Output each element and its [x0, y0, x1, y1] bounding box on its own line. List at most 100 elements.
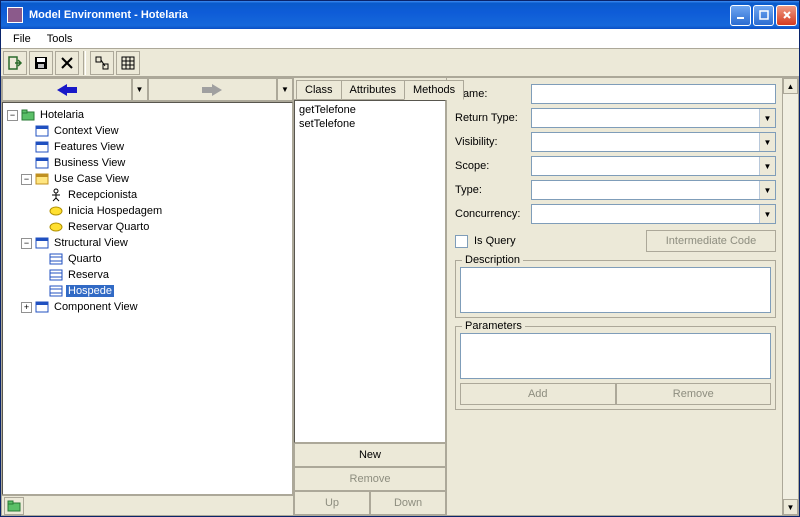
down-button[interactable]: Down — [370, 491, 446, 515]
class-icon — [49, 253, 63, 265]
package-icon — [21, 109, 35, 121]
nav-back-button[interactable] — [2, 78, 132, 101]
remove-button[interactable]: Remove — [294, 467, 446, 491]
parameters-list[interactable] — [460, 333, 771, 379]
returntype-select[interactable]: ▼ — [531, 108, 776, 128]
up-button[interactable]: Up — [294, 491, 370, 515]
scope-select[interactable]: ▼ — [531, 156, 776, 176]
tree-structural[interactable]: Structural View — [52, 237, 130, 249]
tree-recepcionista[interactable]: Recepcionista — [66, 189, 139, 201]
menu-tools[interactable]: Tools — [39, 31, 81, 47]
label-returntype: Return Type: — [455, 112, 531, 124]
chevron-down-icon: ▼ — [759, 109, 775, 127]
minimize-button[interactable] — [730, 5, 751, 26]
left-panel: ▼ ▼ − Hotelaria Context View Features Vie… — [2, 78, 294, 515]
tree-features[interactable]: Features View — [52, 141, 126, 153]
concurrency-select[interactable]: ▼ — [531, 204, 776, 224]
form-column: Name: Return Type: ▼ Visibility: ▼ Scope: ▼… — [447, 78, 782, 515]
tree-view[interactable]: − Hotelaria Context View Features View Bu… — [2, 102, 293, 495]
chevron-down-icon: ▼ — [759, 133, 775, 151]
label-type: Type: — [455, 184, 531, 196]
description-textarea[interactable] — [460, 267, 771, 313]
view-icon — [35, 141, 49, 153]
chevron-down-icon: ▼ — [759, 205, 775, 223]
tab-methods[interactable]: Methods — [404, 80, 464, 100]
scroll-up-icon[interactable]: ▲ — [783, 78, 798, 94]
isquery-checkbox[interactable] — [455, 235, 468, 248]
view-icon — [35, 301, 49, 313]
titlebar[interactable]: Model Environment - Hotelaria — [1, 1, 799, 29]
tree-root[interactable]: Hotelaria — [38, 109, 86, 121]
scroll-track[interactable] — [783, 94, 798, 499]
label-visibility: Visibility: — [455, 136, 531, 148]
fieldset-description: Description — [455, 260, 776, 318]
tree-toggle[interactable]: − — [21, 174, 32, 185]
method-item[interactable]: getTelefone — [297, 103, 443, 117]
nav-back-drop[interactable]: ▼ — [132, 78, 148, 101]
nav-fwd-button[interactable] — [148, 78, 278, 101]
tree-reservar[interactable]: Reservar Quarto — [66, 221, 151, 233]
class-icon — [49, 285, 63, 297]
tree-hospede[interactable]: Hospede — [66, 285, 114, 297]
class-icon — [49, 269, 63, 281]
app-icon — [7, 7, 23, 23]
legend-parameters: Parameters — [462, 320, 525, 332]
window: Model Environment - Hotelaria File Tools… — [0, 0, 800, 517]
scroll-down-icon[interactable]: ▼ — [783, 499, 798, 515]
menubar: File Tools — [1, 29, 799, 49]
intermediate-button[interactable]: Intermediate Code — [646, 230, 776, 252]
view-icon — [35, 173, 49, 185]
view-icon — [35, 157, 49, 169]
tree-usecase[interactable]: Use Case View — [52, 173, 131, 185]
tree-toggle[interactable]: + — [21, 302, 32, 313]
grid-button[interactable] — [116, 51, 140, 75]
exit-button[interactable] — [3, 51, 27, 75]
method-item[interactable]: setTelefone — [297, 117, 443, 131]
tree-context[interactable]: Context View — [52, 125, 121, 137]
label-name: Name: — [455, 88, 531, 100]
content: ▼ ▼ − Hotelaria Context View Features Vie… — [1, 77, 799, 516]
toolbar-separator — [83, 51, 86, 75]
save-button[interactable] — [29, 51, 53, 75]
actor-icon — [49, 189, 63, 201]
add-button[interactable]: Add — [460, 383, 616, 405]
tree-toggle[interactable]: − — [7, 110, 18, 121]
visibility-select[interactable]: ▼ — [531, 132, 776, 152]
label-concurrency: Concurrency: — [455, 208, 531, 220]
view-icon — [35, 125, 49, 137]
fieldset-parameters: Parameters Add Remove — [455, 326, 776, 410]
nav-fwd-drop[interactable]: ▼ — [277, 78, 293, 101]
chevron-down-icon: ▼ — [759, 157, 775, 175]
window-title: Model Environment - Hotelaria — [27, 9, 730, 21]
button-stack: New Remove Up Down — [294, 443, 446, 515]
bottom-tab-icon[interactable] — [4, 497, 24, 515]
scrollbar[interactable]: ▲ ▼ — [782, 78, 798, 515]
usecase-icon — [49, 205, 63, 217]
remove-param-button[interactable]: Remove — [616, 383, 772, 405]
new-button[interactable]: New — [294, 443, 446, 467]
tree-business[interactable]: Business View — [52, 157, 127, 169]
tree-reserva[interactable]: Reserva — [66, 269, 111, 281]
view-icon — [35, 237, 49, 249]
type-select[interactable]: ▼ — [531, 180, 776, 200]
maximize-button[interactable] — [753, 5, 774, 26]
diagram-button[interactable] — [90, 51, 114, 75]
legend-description: Description — [462, 254, 523, 266]
label-scope: Scope: — [455, 160, 531, 172]
menu-file[interactable]: File — [5, 31, 39, 47]
tree-component[interactable]: Component View — [52, 301, 140, 313]
tree-quarto[interactable]: Quarto — [66, 253, 104, 265]
tabs: Class Attributes Methods — [294, 78, 446, 100]
tab-class[interactable]: Class — [296, 80, 342, 99]
name-field[interactable] — [531, 84, 776, 104]
mid-column: Class Attributes Methods getTelefone set… — [294, 78, 447, 515]
usecase-icon — [49, 221, 63, 233]
tree-toggle[interactable]: − — [21, 238, 32, 249]
close-button[interactable] — [776, 5, 797, 26]
methods-list[interactable]: getTelefone setTelefone — [294, 100, 446, 443]
bottom-tabs — [2, 495, 293, 515]
chevron-down-icon: ▼ — [759, 181, 775, 199]
tree-inicia[interactable]: Inicia Hospedagem — [66, 205, 164, 217]
delete-button[interactable] — [55, 51, 79, 75]
tab-attributes[interactable]: Attributes — [341, 80, 405, 99]
